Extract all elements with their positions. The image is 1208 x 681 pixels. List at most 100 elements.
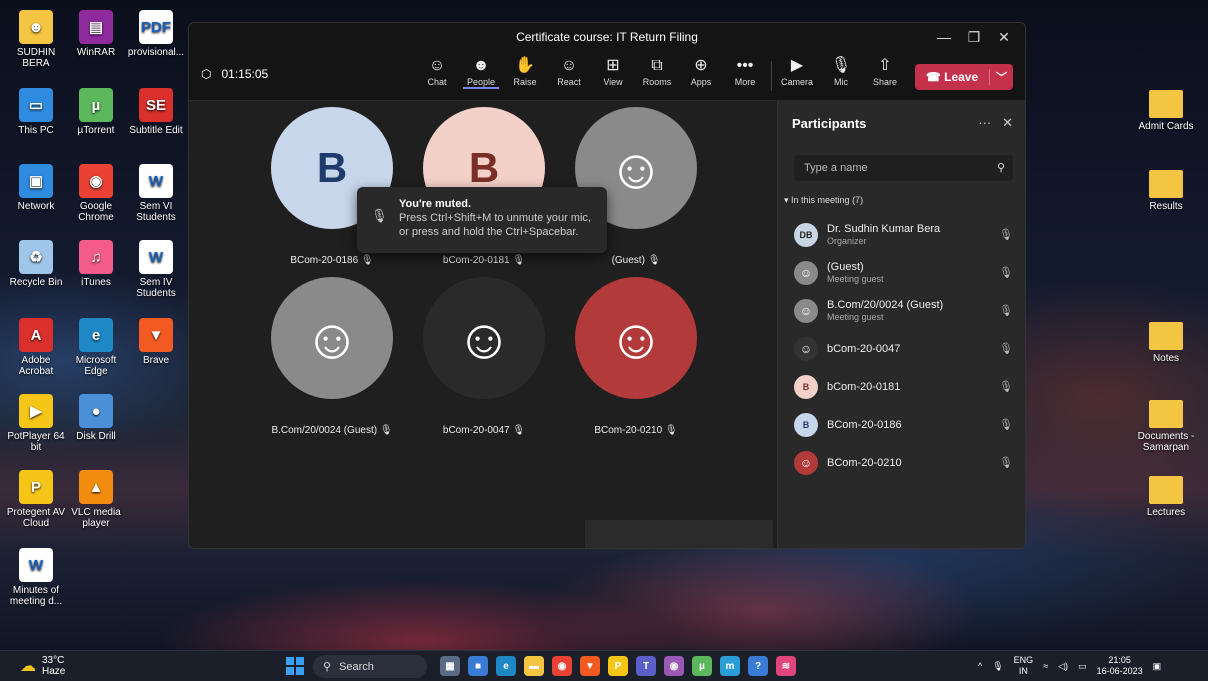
- minimize-icon[interactable]: —: [929, 23, 959, 51]
- toolbar-chat-button[interactable]: ☺ Chat: [419, 55, 455, 89]
- in-meeting-section[interactable]: ▾ In this meeting (7): [784, 195, 1025, 206]
- toolbar-view-button[interactable]: ⊞ View: [595, 55, 631, 89]
- toolbar-raise-button[interactable]: ✋ Raise: [507, 55, 543, 89]
- mic-off-icon[interactable]: 🎙: [999, 266, 1013, 279]
- mic-off-icon[interactable]: 🎙: [999, 304, 1013, 317]
- teams-icon[interactable]: T: [636, 656, 656, 676]
- chevron-up-icon[interactable]: ^: [978, 661, 982, 672]
- file-explorer-icon[interactable]: ▬: [524, 656, 544, 676]
- desktop-icon[interactable]: Lectures: [1136, 476, 1196, 518]
- participant-name-text: bCom-20-0181: [442, 255, 510, 266]
- task-view-icon[interactable]: ▦: [440, 656, 460, 676]
- start-button[interactable]: [286, 657, 304, 675]
- more-options-icon[interactable]: ···: [978, 115, 991, 130]
- chrome-profile-icon[interactable]: ◉: [664, 656, 684, 676]
- edge-icon[interactable]: e: [496, 656, 516, 676]
- desktop-icon[interactable]: W Minutes of meeting d...: [6, 548, 66, 607]
- person-icon: ☺: [799, 304, 813, 318]
- toolbar-rooms-button[interactable]: ⧉ Rooms: [639, 55, 675, 89]
- desktop-icon[interactable]: ▣ Network: [6, 164, 66, 212]
- mydp-icon[interactable]: m: [720, 656, 740, 676]
- language-indicator[interactable]: ENG IN: [1014, 655, 1034, 677]
- participant-row[interactable]: DB Dr. Sudhin Kumar Bera Organizer 🎙: [778, 216, 1025, 254]
- mic-off-icon[interactable]: 🎙: [999, 342, 1013, 355]
- desktop-icon[interactable]: Results: [1136, 170, 1196, 212]
- desktop-icon[interactable]: ♻ Recycle Bin: [6, 240, 66, 288]
- mic-off-icon[interactable]: 🎙: [999, 228, 1013, 241]
- taskbar-search[interactable]: ⚲ Search: [313, 655, 427, 678]
- toolbar-people-button[interactable]: ☻ People: [463, 55, 499, 89]
- mic-button[interactable]: 🎙 Mic: [823, 55, 859, 87]
- desktop-icon-label: Recycle Bin: [9, 277, 63, 288]
- desktop-icon[interactable]: Notes: [1136, 322, 1196, 364]
- clock[interactable]: 21:05 16-06-2023: [1097, 655, 1143, 677]
- desktop-icon[interactable]: ▤ WinRAR: [66, 10, 126, 58]
- notification-icon[interactable]: ▣: [1153, 661, 1162, 672]
- mic-muted-tray-icon[interactable]: 🎙: [992, 661, 1003, 672]
- share-button[interactable]: ⇧ Share: [867, 55, 903, 87]
- toolbar-more-button[interactable]: ••• More: [727, 55, 763, 89]
- participant-tile[interactable]: ☺ BCom-20-0210 🎙: [575, 277, 697, 436]
- restore-icon[interactable]: ❐: [959, 23, 989, 51]
- participant-avatar: DB: [794, 223, 818, 247]
- mic-off-icon: 🎙: [371, 208, 388, 223]
- desktop-icon[interactable]: µ µTorrent: [66, 88, 126, 136]
- desktop-icon[interactable]: ☻ SUDHIN BERA: [6, 10, 66, 69]
- toolbar-apps-button[interactable]: ⊕ Apps: [683, 55, 719, 89]
- toolbar-react-button[interactable]: ☺ React: [551, 55, 587, 89]
- participant-row[interactable]: ☺ (Guest) Meeting guest 🎙: [778, 254, 1025, 292]
- close-panel-icon[interactable]: ✕: [1002, 115, 1013, 130]
- close-icon[interactable]: ✕: [989, 23, 1019, 51]
- chevron-down-icon[interactable]: ﹀: [989, 69, 1013, 85]
- chrome-icon[interactable]: ◉: [552, 656, 572, 676]
- participant-info: bCom-20-0047: [827, 343, 900, 355]
- participant-row[interactable]: ☺ B.Com/20/0024 (Guest) Meeting guest 🎙: [778, 292, 1025, 330]
- weather-widget[interactable]: ☁ 33°C Haze: [20, 655, 65, 677]
- toolbar-button-label: React: [557, 77, 581, 87]
- toolbar-button-label: People: [466, 77, 496, 87]
- desktop-icon[interactable]: ♫ iTunes: [66, 240, 126, 288]
- leave-button[interactable]: ☎ Leave ﹀: [915, 64, 1013, 90]
- participant-tile[interactable]: ☺ B.Com/20/0024 (Guest) 🎙: [271, 277, 393, 436]
- desktop-icon[interactable]: W Sem VI Students: [126, 164, 186, 223]
- battery-icon[interactable]: ▭: [1078, 661, 1087, 672]
- desktop-icon[interactable]: ▭ This PC: [6, 88, 66, 136]
- mic-off-icon[interactable]: 🎙: [999, 418, 1013, 431]
- utorrent-icon: µ: [79, 88, 113, 122]
- desktop-icon[interactable]: ▼ Brave: [126, 318, 186, 366]
- desktop-icon[interactable]: P Protegent AV Cloud: [6, 470, 66, 529]
- search-icon[interactable]: ⚲: [997, 161, 1005, 174]
- participant-row[interactable]: B BCom-20-0186 🎙: [778, 406, 1025, 444]
- desktop-icon[interactable]: ▲ VLC media player: [66, 470, 126, 529]
- store-icon[interactable]: ■: [468, 656, 488, 676]
- desktop-icon[interactable]: Documents - Samarpan: [1136, 400, 1196, 453]
- desktop-icon[interactable]: A Adobe Acrobat: [6, 318, 66, 377]
- desktop-icon[interactable]: SE Subtitle Edit: [126, 88, 186, 136]
- utorrent-icon[interactable]: µ: [692, 656, 712, 676]
- protegent-icon[interactable]: P: [608, 656, 628, 676]
- desktop-icon[interactable]: PDF provisional...: [126, 10, 186, 58]
- wifi-icon[interactable]: ≈: [1043, 661, 1048, 672]
- participant-row[interactable]: ☺ BCom-20-0210 🎙: [778, 444, 1025, 482]
- mic-off-icon[interactable]: 🎙: [999, 380, 1013, 393]
- volume-icon[interactable]: ◁): [1058, 661, 1068, 672]
- participant-tile[interactable]: ☺ bCom-20-0047 🎙: [423, 277, 545, 436]
- people-icon: ☻: [472, 57, 490, 74]
- mic-off-icon[interactable]: 🎙: [999, 456, 1013, 469]
- camera-button[interactable]: ▶ Camera: [779, 55, 815, 87]
- participant-row[interactable]: BbCom-20-0181 🎙: [778, 368, 1025, 406]
- desktop-icon[interactable]: e Microsoft Edge: [66, 318, 126, 377]
- participant-name-text: BCom-20-0210: [594, 425, 663, 436]
- word-doc-icon: W: [139, 164, 173, 198]
- participant-search-input[interactable]: Type a name ⚲: [794, 155, 1013, 181]
- help-icon[interactable]: ?: [748, 656, 768, 676]
- self-view[interactable]: DB: [585, 520, 773, 548]
- spotify-icon[interactable]: ≋: [776, 656, 796, 676]
- desktop-icon[interactable]: ● Disk Drill: [66, 394, 126, 442]
- brave-icon[interactable]: ▼: [580, 656, 600, 676]
- desktop-icon[interactable]: ▶ PotPlayer 64 bit: [6, 394, 66, 453]
- desktop-icon[interactable]: ◉ Google Chrome: [66, 164, 126, 223]
- participant-row[interactable]: ☺ bCom-20-0047 🎙: [778, 330, 1025, 368]
- desktop-icon[interactable]: W Sem IV Students: [126, 240, 186, 299]
- desktop-icon[interactable]: Admit Cards: [1136, 90, 1196, 132]
